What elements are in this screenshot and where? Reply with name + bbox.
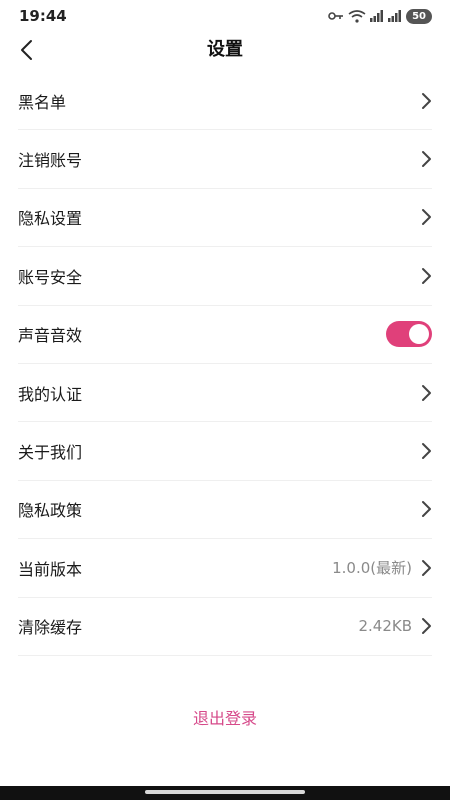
status-bar: 19:44 50 — [0, 0, 450, 32]
chevron-right-icon — [422, 501, 431, 518]
version-value: 1.0.0(最新) — [332, 559, 412, 578]
status-time: 19:44 — [19, 7, 67, 25]
settings-row-delete-account[interactable]: 注销账号 — [18, 130, 432, 189]
settings-row-right — [420, 442, 432, 460]
settings-row-right: 1.0.0(最新) — [332, 557, 432, 578]
settings-row-current-version[interactable]: 当前版本 1.0.0(最新) — [18, 539, 432, 598]
page-title: 设置 — [207, 39, 243, 60]
home-indicator[interactable] — [145, 790, 305, 794]
settings-row-right — [420, 150, 432, 168]
chevron-right-icon — [422, 618, 431, 635]
gesture-bar — [0, 786, 450, 800]
settings-row-privacy-settings[interactable]: 隐私设置 — [18, 189, 432, 248]
settings-row-right — [420, 500, 432, 518]
settings-list: 黑名单 注销账号 隐私设置 账号安全 声音音效 我的认证 关于我们 隐私政策 当… — [18, 72, 432, 656]
settings-row-right — [420, 267, 432, 285]
settings-row-label: 当前版本 — [18, 559, 83, 579]
settings-row-label: 注销账号 — [18, 151, 83, 171]
chevron-right-icon — [422, 267, 431, 284]
settings-row-privacy-policy[interactable]: 隐私政策 — [18, 481, 432, 540]
settings-row-sound-effects: 声音音效 — [18, 306, 432, 364]
status-icons: 50 — [328, 8, 432, 24]
settings-row-account-security[interactable]: 账号安全 — [18, 247, 432, 306]
settings-row-label: 隐私政策 — [18, 501, 83, 521]
signal-icon-1 — [370, 10, 384, 22]
signal-icon-2 — [388, 10, 402, 22]
settings-row-right — [420, 92, 432, 110]
chevron-right-icon — [422, 443, 431, 460]
back-arrow-icon — [21, 40, 32, 60]
settings-row-label: 关于我们 — [18, 443, 83, 463]
wifi-icon — [348, 9, 366, 23]
settings-row-clear-cache[interactable]: 清除缓存 2.42KB — [18, 598, 432, 656]
settings-row-right — [420, 208, 432, 226]
settings-row-right: 2.42KB — [358, 617, 432, 635]
chevron-right-icon — [422, 151, 431, 168]
settings-row-label: 清除缓存 — [18, 618, 83, 638]
logout-button[interactable]: 退出登录 — [0, 706, 450, 732]
settings-row-label: 隐私设置 — [18, 209, 83, 229]
chevron-right-icon — [422, 92, 431, 109]
battery-icon: 50 — [406, 8, 432, 24]
nav-bar: 设置 — [0, 32, 450, 68]
sound-effects-toggle[interactable] — [386, 321, 432, 348]
chevron-right-icon — [422, 384, 431, 401]
settings-row-my-verification[interactable]: 我的认证 — [18, 364, 432, 423]
chevron-right-icon — [422, 559, 431, 576]
settings-row-blacklist[interactable]: 黑名单 — [18, 72, 432, 131]
toggle-knob — [409, 324, 429, 345]
settings-row-label: 账号安全 — [18, 267, 83, 287]
settings-row-label: 我的认证 — [18, 384, 83, 404]
settings-row-right — [420, 384, 432, 402]
cache-size-value: 2.42KB — [358, 617, 412, 636]
chevron-right-icon — [422, 209, 431, 226]
settings-row-about-us[interactable]: 关于我们 — [18, 422, 432, 481]
settings-row-label: 黑名单 — [18, 92, 67, 112]
back-button[interactable] — [8, 32, 44, 68]
key-icon — [328, 12, 344, 20]
settings-row-label: 声音音效 — [18, 326, 83, 346]
